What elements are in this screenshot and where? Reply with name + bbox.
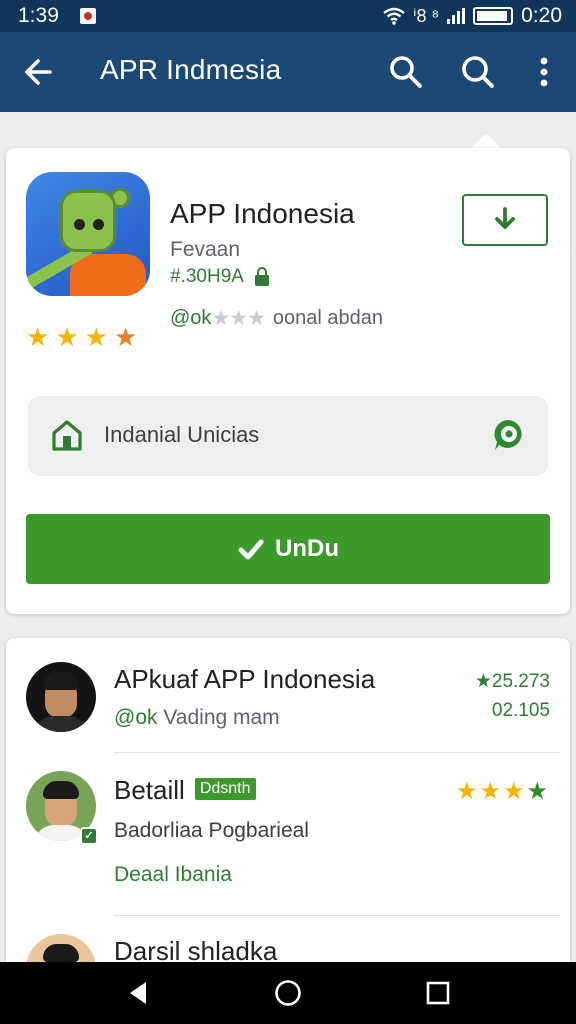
battery-icon (473, 7, 514, 25)
status-battery-time: 0:20 (521, 4, 562, 27)
nav-home-icon[interactable] (274, 979, 302, 1007)
home-icon (52, 420, 82, 451)
wifi-icon (383, 7, 406, 25)
install-button[interactable]: UnDu (26, 514, 550, 584)
nav-back-icon[interactable] (124, 979, 152, 1007)
arrow-left-icon[interactable] (22, 52, 54, 92)
star-icon: ★ (26, 322, 50, 352)
lock-icon (254, 267, 269, 286)
more-vert-icon[interactable] (526, 52, 562, 92)
robot-base (70, 254, 146, 296)
status-bar: 1:39 ⁱ8 ⁸ 0:20 (0, 0, 576, 32)
review-badge: Ddsnth (194, 778, 256, 801)
check-tag-icon (238, 539, 264, 560)
status-time: 1:39 (18, 4, 59, 27)
search-icon[interactable] (458, 52, 498, 92)
signal-icon (447, 8, 466, 24)
page-title: APR Indmesia (100, 54, 282, 85)
star-icon: ★ (479, 778, 503, 805)
navigation-bar (0, 962, 576, 1024)
app-detail-card: ★ ★ ★ ★ APP Indonesia Fevaan #.30H9A @ok… (6, 148, 570, 614)
rating-stars: ★★★ (211, 307, 265, 330)
notification-icon (80, 8, 96, 24)
app-bar: APR Indmesia (0, 32, 576, 112)
review-count: 02.105 (491, 700, 550, 721)
list-item[interactable]: ✓ Betaill Ddsnth ★★★★ Badorliaa Pogbariea… (6, 753, 570, 915)
robot-icon (60, 190, 116, 252)
app-star-rating: ★ ★ ★ ★ (26, 324, 137, 350)
star-icon: ★ (84, 322, 108, 352)
info-box[interactable]: Indanial Unicias (28, 396, 548, 476)
app-developer[interactable]: Fevaan (170, 238, 240, 262)
star-icon: ★ (55, 322, 79, 352)
rating-prefix: @ok (170, 307, 212, 329)
download-button[interactable] (462, 194, 548, 246)
search-icon[interactable] (386, 52, 426, 92)
app-meta-text: #.30H9A (170, 266, 244, 287)
install-button-label: UnDu (275, 535, 339, 562)
list-item[interactable]: APkuaf APP Indonesia @ok Vading mam ★25.… (6, 638, 570, 752)
nav-recent-icon[interactable] (424, 979, 452, 1007)
avatar[interactable] (26, 662, 96, 732)
review-name: APkuaf APP Indonesia (114, 664, 376, 694)
app-icon[interactable] (26, 172, 150, 296)
app-rating-line: @ok ★★★ oonal abdan (170, 306, 383, 331)
review-body: Badorliaa Pogbarieal (114, 819, 309, 842)
chat-icon[interactable] (490, 416, 528, 454)
reviews-card: APkuaf APP Indonesia @ok Vading mam ★25.… (6, 638, 570, 978)
info-label: Indanial Unicias (104, 422, 260, 447)
review-stars: ★★★★ (456, 777, 550, 806)
status-icons: ⁱ8 ⁸ 0:20 (383, 4, 562, 28)
review-link[interactable]: Deaal Ibania (114, 863, 232, 887)
star-icon: ★ (502, 778, 527, 805)
star-icon: ★ (455, 778, 480, 805)
status-extra: ⁱ8 ⁸ (413, 5, 440, 26)
app-name: APP Indonesia (170, 198, 355, 229)
review-name: Betaill (114, 775, 185, 805)
review-name-row: Betaill Ddsnth (114, 775, 256, 806)
star-icon: ★ (113, 322, 138, 352)
rating-desc: oonal abdan (272, 307, 384, 329)
star-icon: ★ (526, 778, 550, 805)
review-sub: @ok Vading mam (114, 706, 280, 729)
app-meta: #.30H9A (170, 266, 270, 288)
verified-badge-icon: ✓ (80, 827, 98, 845)
review-rating: ★25.273 (474, 671, 550, 692)
download-icon (495, 207, 515, 229)
